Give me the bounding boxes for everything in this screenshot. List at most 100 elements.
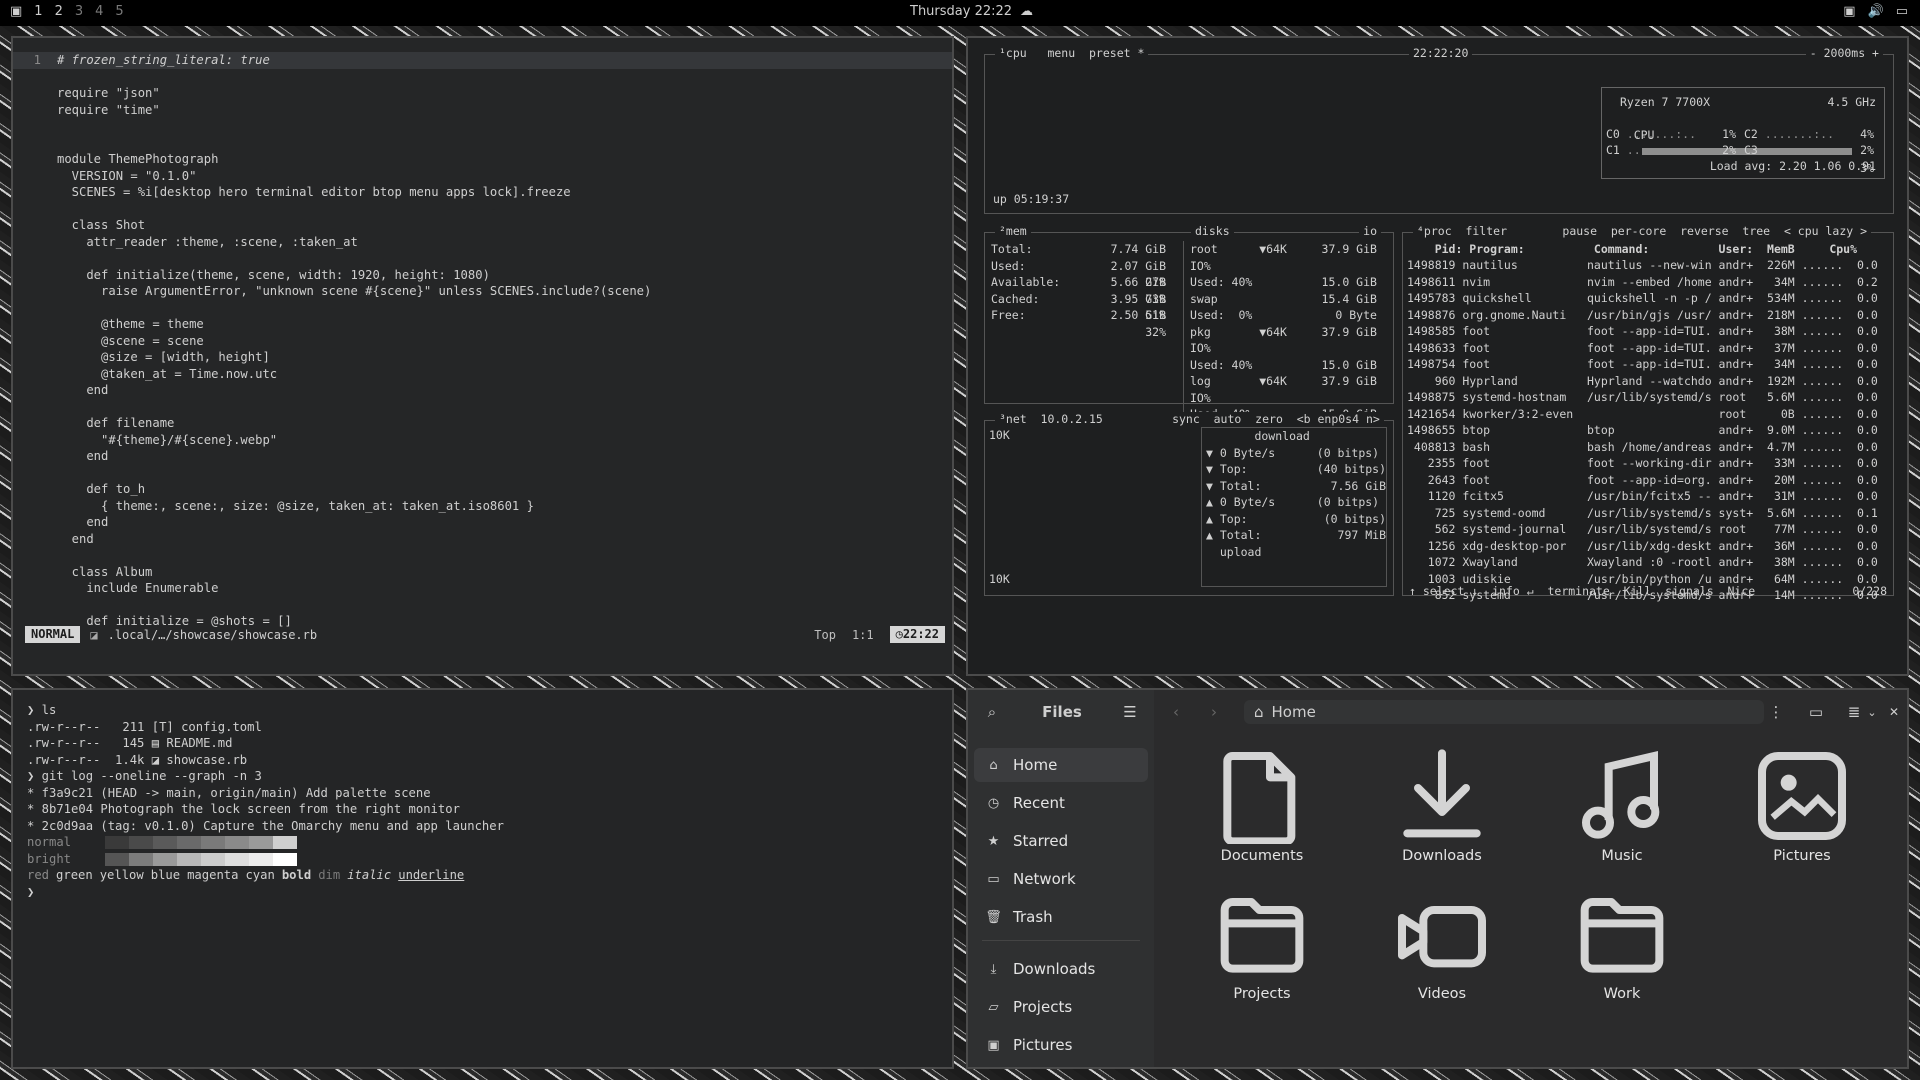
- search-icon[interactable]: ⌕: [980, 700, 1004, 724]
- code-line[interactable]: [13, 118, 952, 135]
- proc-row[interactable]: 960 Hyprland Hyprland --watchdo andr+ 19…: [1407, 373, 1887, 390]
- proc-row[interactable]: 1498655 btop btop andr+ 9.0M ...... 0.0: [1407, 422, 1887, 439]
- code-line[interactable]: end: [13, 448, 952, 465]
- file-tile-videos[interactable]: Videos: [1372, 886, 1512, 1002]
- code-line[interactable]: attr_reader :theme, :scene, :taken_at: [13, 234, 952, 251]
- code-line[interactable]: def to_h: [13, 481, 952, 498]
- code-line[interactable]: def filename: [13, 415, 952, 432]
- file-tile-pictures[interactable]: Pictures: [1732, 748, 1872, 864]
- update-interval[interactable]: - 2000ms +: [1805, 46, 1883, 60]
- menu-icon[interactable]: ☰: [1118, 700, 1142, 724]
- more-icon[interactable]: ⋮: [1766, 700, 1786, 724]
- proc-footer[interactable]: ↑ select ↓ info ↵ terminate Kill signals…: [1409, 583, 1755, 600]
- code-line[interactable]: raise ArgumentError, "unknown scene #{sc…: [13, 283, 952, 300]
- code-line[interactable]: [13, 250, 952, 267]
- proc-row[interactable]: 1256 xdg-desktop-por /usr/lib/xdg-deskt …: [1407, 538, 1887, 555]
- proc-row[interactable]: 1495783 quickshell quickshell -n -p / an…: [1407, 290, 1887, 307]
- code-line[interactable]: [13, 547, 952, 564]
- code-line[interactable]: [13, 69, 952, 86]
- screen-icon[interactable]: ▣: [1843, 4, 1855, 19]
- volume-icon[interactable]: 🔊: [1868, 4, 1884, 19]
- mem-header[interactable]: ²mem: [995, 224, 1031, 238]
- sidebar-item-pictures[interactable]: ▣ Pictures: [974, 1028, 1148, 1062]
- proc-row[interactable]: 1072 Xwayland Xwayland :0 -rootl andr+ 3…: [1407, 554, 1887, 571]
- workspace-3[interactable]: 3: [75, 4, 83, 19]
- code-line[interactable]: class Album: [13, 564, 952, 581]
- sidebar-item-trash[interactable]: 🗑 Trash: [974, 900, 1148, 934]
- forward-icon[interactable]: ›: [1202, 700, 1226, 724]
- clock[interactable]: Thursday 22:22 ☁: [910, 4, 1033, 19]
- file-tile-downloads[interactable]: Downloads: [1372, 748, 1512, 864]
- file-tile-music[interactable]: Music: [1552, 748, 1692, 864]
- code-line[interactable]: 1 # frozen_string_literal: true: [13, 52, 952, 69]
- proc-row[interactable]: 1498876 org.gnome.Nauti /usr/bin/gjs /us…: [1407, 307, 1887, 324]
- proc-list[interactable]: 1498819 nautilus nautilus --new-win andr…: [1407, 257, 1887, 604]
- terminal-output[interactable]: ❯ ls .rw-r--r-- 211 [T] config.toml .rw-r-…: [27, 702, 504, 900]
- display-icon[interactable]: ▭: [1896, 4, 1908, 19]
- disks-header[interactable]: disks: [1191, 224, 1234, 238]
- files-window[interactable]: ⌂ Home ◷ Recent ★ Starred ▭ Network 🗑 Trash ⤓ Downl…: [966, 688, 1909, 1069]
- sidebar-item-network[interactable]: ▭ Network: [974, 862, 1148, 896]
- proc-row[interactable]: 562 systemd-journal /usr/lib/systemd/s r…: [1407, 521, 1887, 538]
- proc-row[interactable]: 1120 fcitx5 /usr/bin/fcitx5 -- andr+ 31M…: [1407, 488, 1887, 505]
- proc-row[interactable]: 408813 bash bash /home/andreas andr+ 4.7…: [1407, 439, 1887, 456]
- code-line[interactable]: class Shot: [13, 217, 952, 234]
- code-line[interactable]: @theme = theme: [13, 316, 952, 333]
- code-line[interactable]: end: [13, 514, 952, 531]
- code-line[interactable]: [13, 201, 952, 218]
- net-header[interactable]: ³net 10.0.2.15 sync auto zero <b enp0s4 …: [995, 412, 1384, 426]
- proc-row[interactable]: 1498819 nautilus nautilus --new-win andr…: [1407, 257, 1887, 274]
- editor-window[interactable]: 1 # frozen_string_literal: true require "j…: [11, 36, 954, 676]
- proc-row[interactable]: 2643 foot foot --app-id=org. andr+ 20M .…: [1407, 472, 1887, 489]
- proc-row[interactable]: 1498754 foot foot --app-id=TUI. andr+ 34…: [1407, 356, 1887, 373]
- proc-row[interactable]: 725 systemd-oomd /usr/lib/systemd/s syst…: [1407, 505, 1887, 522]
- code-line[interactable]: end: [13, 531, 952, 548]
- proc-row[interactable]: 1498611 nvim nvim --embed /home andr+ 34…: [1407, 274, 1887, 291]
- proc-row[interactable]: 1498875 systemd-hostnam /usr/lib/systemd…: [1407, 389, 1887, 406]
- app-grid-icon[interactable]: ▣: [10, 4, 22, 19]
- code-line[interactable]: include Enumerable: [13, 580, 952, 597]
- code-line[interactable]: require "json": [13, 85, 952, 102]
- sidebar-item-home[interactable]: ⌂ Home: [974, 748, 1148, 782]
- code-line[interactable]: "#{theme}/#{scene}.webp": [13, 432, 952, 449]
- io-toggle[interactable]: io: [1359, 224, 1381, 238]
- proc-row[interactable]: 2355 foot foot --working-dir andr+ 33M .…: [1407, 455, 1887, 472]
- shell-prompt[interactable]: ❯: [27, 884, 504, 901]
- workspace-2[interactable]: 2: [55, 4, 63, 19]
- chevron-down-icon[interactable]: ⌄: [1864, 700, 1880, 724]
- btop-window[interactable]: ¹cpu menu preset * 22:22:20 - 2000ms + R…: [966, 36, 1909, 676]
- code-line[interactable]: require "time": [13, 102, 952, 119]
- sidebar-item-projects[interactable]: ▱ Projects: [974, 990, 1148, 1024]
- terminal-window[interactable]: ❯ ls .rw-r--r-- 211 [T] config.toml .rw-r-…: [11, 688, 954, 1069]
- code-line[interactable]: [13, 597, 952, 614]
- sidebar-item-recent[interactable]: ◷ Recent: [974, 786, 1148, 820]
- file-tile-work[interactable]: Work: [1552, 886, 1692, 1002]
- proc-row[interactable]: 1498585 foot foot --app-id=TUI. andr+ 38…: [1407, 323, 1887, 340]
- new-folder-icon[interactable]: ▭: [1804, 700, 1828, 724]
- cpu-header[interactable]: ¹cpu menu preset *: [995, 46, 1149, 60]
- workspace-4[interactable]: 4: [95, 4, 103, 19]
- location-bar[interactable]: ⌂ Home: [1244, 700, 1764, 724]
- code-line[interactable]: def initialize(theme, scene, width: 1920…: [13, 267, 952, 284]
- proc-header[interactable]: ⁴proc filter pause per-core reverse tree…: [1413, 224, 1872, 238]
- workspace-1[interactable]: 1: [34, 4, 42, 19]
- proc-row[interactable]: 1498633 foot foot --app-id=TUI. andr+ 37…: [1407, 340, 1887, 357]
- code-line[interactable]: [13, 300, 952, 317]
- code-line[interactable]: module ThemePhotograph: [13, 151, 952, 168]
- code-line[interactable]: end: [13, 382, 952, 399]
- close-icon[interactable]: ✕: [1884, 700, 1904, 724]
- code-line[interactable]: @scene = scene: [13, 333, 952, 350]
- sidebar-item-starred[interactable]: ★ Starred: [974, 824, 1148, 858]
- view-list-icon[interactable]: ≣: [1842, 700, 1866, 724]
- code-line[interactable]: SCENES = %i[desktop hero terminal editor…: [13, 184, 952, 201]
- editor-buffer[interactable]: 1 # frozen_string_literal: true require "j…: [13, 52, 952, 630]
- sidebar-item-downloads[interactable]: ⤓ Downloads: [974, 952, 1148, 986]
- file-tile-documents[interactable]: Documents: [1192, 748, 1332, 864]
- code-line[interactable]: [13, 465, 952, 482]
- workspace-5[interactable]: 5: [115, 4, 123, 19]
- file-tile-projects[interactable]: Projects: [1192, 886, 1332, 1002]
- code-line[interactable]: @taken_at = Time.now.utc: [13, 366, 952, 383]
- code-line[interactable]: { theme:, scene:, size: @size, taken_at:…: [13, 498, 952, 515]
- code-line[interactable]: VERSION = "0.1.0": [13, 168, 952, 185]
- code-line[interactable]: [13, 135, 952, 152]
